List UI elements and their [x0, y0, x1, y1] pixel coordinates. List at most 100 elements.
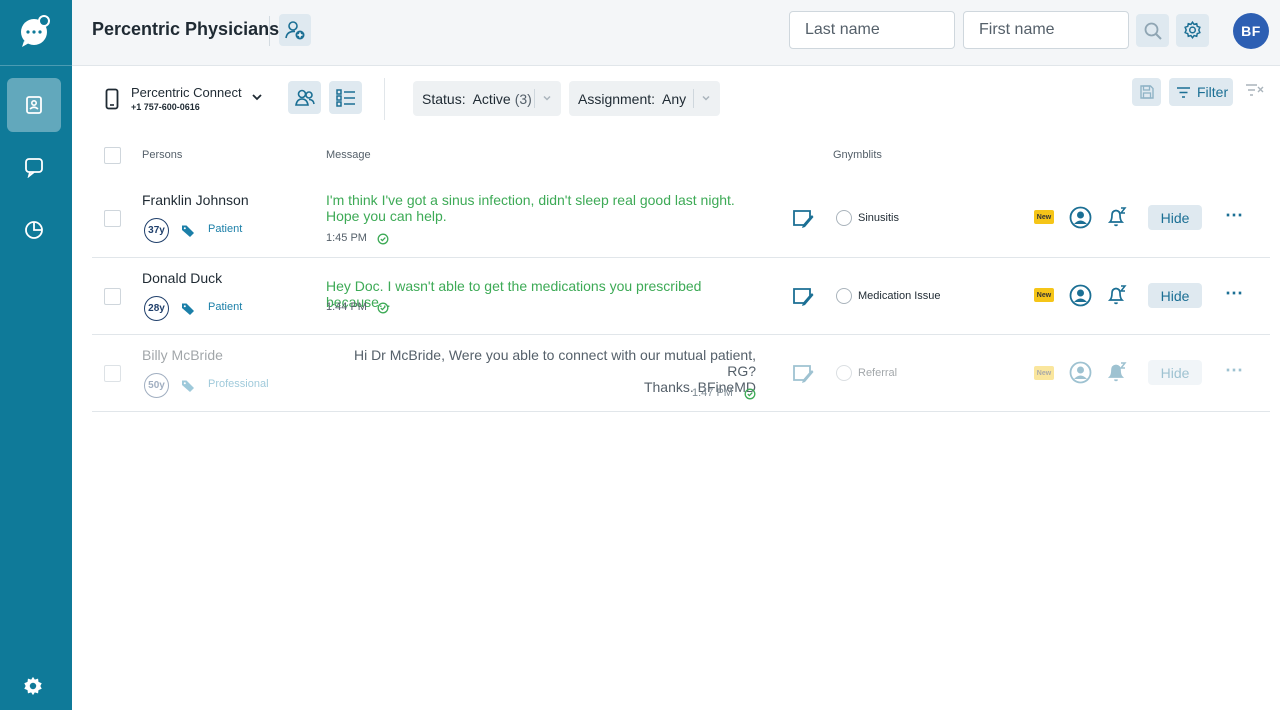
bell-icon[interactable] [1106, 284, 1128, 306]
column-header-persons[interactable]: Persons [142, 149, 182, 161]
header-divider [269, 16, 270, 46]
message-preview[interactable]: Hey Doc. I wasn't able to get the medica… [326, 278, 766, 310]
gymblit-radio[interactable] [836, 288, 852, 304]
person-circle-icon[interactable] [1069, 206, 1092, 229]
search-button[interactable] [1136, 14, 1169, 47]
row-divider [92, 257, 1270, 258]
row-divider [92, 411, 1270, 412]
sidebar [0, 0, 72, 710]
gymblit-label: Medication Issue [858, 290, 941, 302]
person-circle-icon[interactable] [1069, 361, 1092, 384]
contacts-icon [26, 96, 42, 114]
person-tag: Patient [208, 223, 243, 235]
connect-line-name[interactable]: Percentric Connect [131, 85, 242, 100]
phone-icon [105, 88, 119, 110]
check-circle-icon [744, 388, 756, 400]
more-options-icon[interactable]: ⋯ [1225, 360, 1244, 381]
status-dropdown[interactable]: Status: Active (3) [413, 81, 561, 116]
check-circle-icon [377, 233, 389, 245]
clear-filter-icon[interactable] [1245, 82, 1265, 100]
note-icon[interactable] [792, 285, 814, 307]
settings-gear-icon[interactable] [22, 675, 44, 697]
age-badge: 28y [144, 296, 169, 321]
sidebar-item-messages[interactable] [7, 140, 61, 194]
status-label: Status: [422, 90, 466, 107]
person-tag: Patient [208, 301, 243, 313]
hide-button[interactable]: Hide [1148, 360, 1202, 385]
more-options-icon[interactable]: ⋯ [1225, 205, 1244, 226]
dropdown-divider [693, 89, 694, 108]
person-name[interactable]: Billy McBride [142, 347, 223, 363]
new-badge-icon: New [1034, 288, 1054, 302]
more-options-icon[interactable]: ⋯ [1225, 283, 1244, 304]
person-circle-icon[interactable] [1069, 284, 1092, 307]
filter-button[interactable]: Filter [1169, 78, 1233, 106]
select-all-checkbox[interactable] [104, 147, 121, 164]
row-checkbox[interactable] [104, 365, 121, 382]
gymblit-label: Sinusitis [858, 212, 899, 224]
column-header-message[interactable]: Message [326, 149, 371, 161]
new-badge-icon: New [1034, 366, 1054, 380]
list-view-button[interactable] [329, 81, 362, 114]
message-line: Hi Dr McBride, Were you able to connect … [353, 347, 756, 379]
status-count: (3) [514, 90, 532, 107]
add-person-button[interactable] [279, 14, 311, 46]
row-checkbox[interactable] [104, 288, 121, 305]
new-badge-icon: New [1034, 210, 1054, 224]
hide-button[interactable]: Hide [1148, 283, 1202, 308]
page-title: Percentric Physicians [92, 19, 280, 39]
first-name-input[interactable] [963, 11, 1129, 49]
tag-icon [182, 225, 194, 237]
tag-icon [182, 303, 194, 315]
chevron-down-icon [702, 95, 710, 101]
chat-bubble-icon [25, 158, 43, 178]
bell-icon[interactable] [1106, 361, 1128, 383]
dropdown-divider [534, 89, 535, 108]
gymblit-radio[interactable] [836, 210, 852, 226]
note-icon[interactable] [792, 362, 814, 384]
gymblit-label: Referral [858, 367, 898, 379]
sidebar-divider [0, 65, 72, 66]
save-icon [1139, 85, 1154, 99]
person-tag: Professional [208, 378, 269, 390]
assignment-label: Assignment: [578, 90, 656, 107]
message-time: 1:47 PM [692, 387, 733, 399]
search-icon [1144, 22, 1162, 40]
status-value: Active [472, 90, 511, 107]
bell-icon[interactable] [1106, 206, 1128, 228]
note-icon[interactable] [792, 207, 814, 229]
chevron-down-icon[interactable] [251, 92, 263, 102]
list-view-icon [335, 88, 355, 107]
assignment-value: Any [662, 90, 687, 107]
column-header-gymblits[interactable]: Gnymblits [833, 149, 882, 161]
last-name-input[interactable] [789, 11, 955, 49]
chevron-down-icon [543, 95, 551, 101]
sidebar-item-reports[interactable] [7, 202, 61, 256]
message-time: 1:44 PM [326, 301, 367, 313]
row-checkbox[interactable] [104, 210, 121, 227]
person-name[interactable]: Donald Duck [142, 270, 222, 286]
pie-chart-icon [25, 221, 43, 239]
settings-gear-icon [1184, 20, 1201, 40]
connect-line-phone: +1 757-600-0616 [131, 102, 200, 112]
toolbar-divider [384, 78, 385, 120]
hide-button[interactable]: Hide [1148, 205, 1202, 230]
group-view-button[interactable] [288, 81, 321, 114]
settings-button[interactable] [1176, 14, 1209, 47]
filter-icon [1177, 86, 1190, 98]
sidebar-item-contacts[interactable] [7, 78, 61, 132]
gymblit-radio[interactable] [836, 365, 852, 381]
age-badge: 37y [144, 218, 169, 243]
tag-icon [182, 380, 194, 392]
message-preview[interactable]: I'm think I've got a sinus infection, di… [326, 192, 766, 224]
top-header: Percentric Physicians BF [72, 0, 1280, 66]
person-name[interactable]: Franklin Johnson [142, 192, 249, 208]
avatar[interactable]: BF [1233, 13, 1269, 49]
message-time: 1:45 PM [326, 232, 367, 244]
assignment-dropdown[interactable]: Assignment: Any [569, 81, 720, 116]
age-badge: 50y [144, 373, 169, 398]
save-view-button[interactable] [1132, 78, 1161, 106]
chat-logo-icon[interactable] [17, 13, 53, 49]
add-person-icon [285, 21, 305, 40]
group-view-icon [294, 89, 315, 106]
